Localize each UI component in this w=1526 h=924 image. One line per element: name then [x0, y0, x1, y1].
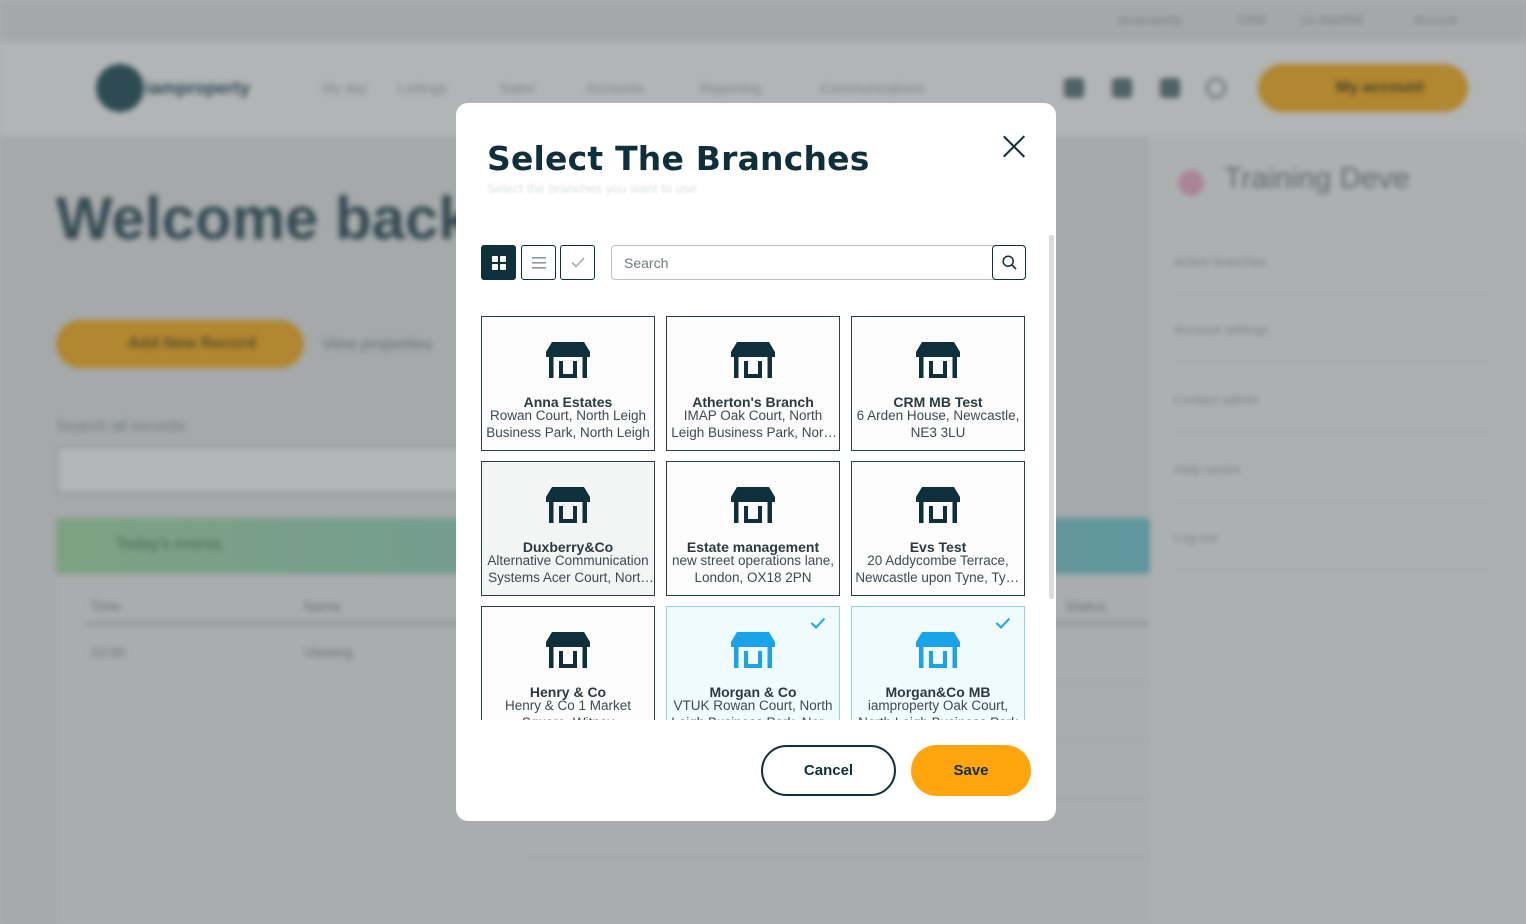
grid-icon — [491, 255, 506, 270]
modal-subtitle: Select the branches you want to use — [487, 181, 697, 196]
store-icon — [731, 342, 775, 378]
branch-card[interactable]: Duxberry&Co Alternative Communication Sys… — [481, 461, 655, 596]
modal-title: Select The Branches — [487, 139, 870, 178]
branch-card[interactable]: Morgan&Co MBiamproperty Oak Court, North… — [851, 606, 1025, 720]
grid-view-button[interactable] — [481, 245, 516, 280]
branch-address: Henry & Co 1 Market Square, Witney — [504, 698, 632, 720]
save-button[interactable]: Save — [911, 745, 1031, 796]
list-view-button[interactable] — [521, 245, 556, 280]
selected-check-icon — [995, 617, 1011, 629]
branch-card[interactable]: Anna Estates Rowan Court, North Leigh Bus… — [481, 316, 655, 451]
store-icon — [916, 632, 960, 668]
selected-view-button[interactable] — [560, 245, 595, 280]
branch-address: 6 Arden House, Newcastle, NE3 3LU — [856, 408, 1020, 440]
branch-card[interactable]: Morgan & CoVTUK Rowan Court, North Leigh… — [666, 606, 840, 720]
search-icon — [1001, 255, 1017, 270]
search-input[interactable] — [612, 246, 994, 279]
close-icon[interactable] — [1000, 132, 1028, 160]
scrollbar[interactable] — [1049, 235, 1054, 599]
branch-address: Alternative Communication Systems Acer C… — [487, 553, 649, 585]
branch-card[interactable]: Estate management new street operations l… — [666, 461, 840, 596]
store-icon — [731, 632, 775, 668]
branch-address: Rowan Court, North Leigh Business Park, … — [486, 408, 650, 440]
branch-address: VTUK Rowan Court, North Leigh Business P… — [671, 698, 835, 720]
list-icon — [531, 256, 546, 269]
store-icon — [916, 342, 960, 378]
selected-check-icon — [810, 617, 826, 629]
branch-address: 20 Addycombe Terrace, Newcastle upon Tyn… — [855, 553, 1021, 585]
store-icon — [546, 342, 590, 378]
branch-card[interactable]: Atherton's Branch IMAP Oak Court, North L… — [666, 316, 840, 451]
branch-address: iamproperty Oak Court, North Leigh Busin… — [858, 698, 1018, 720]
branch-card[interactable]: Evs Test 20 Addycombe Terrace, Newcastle … — [851, 461, 1025, 596]
select-branches-modal: Select The Branches Select the branches … — [456, 103, 1056, 821]
store-icon — [546, 487, 590, 523]
store-icon — [546, 632, 590, 668]
branch-card[interactable]: CRM MB Test 6 Arden House, Newcastle, NE3… — [851, 316, 1025, 451]
branch-card[interactable]: Henry & CoHenry & Co 1 Market Square, Wi… — [481, 606, 655, 720]
branch-grid: Anna Estates Rowan Court, North Leigh Bus… — [480, 315, 1028, 720]
check-icon — [570, 257, 585, 268]
search-button[interactable] — [992, 245, 1026, 280]
branch-address: new street operations lane, London, OX18… — [671, 553, 835, 585]
cancel-button[interactable]: Cancel — [761, 745, 896, 796]
store-icon — [916, 487, 960, 523]
branch-search — [611, 245, 1026, 280]
branch-address: IMAP Oak Court, North Leigh Business Par… — [671, 408, 835, 440]
store-icon — [731, 487, 775, 523]
